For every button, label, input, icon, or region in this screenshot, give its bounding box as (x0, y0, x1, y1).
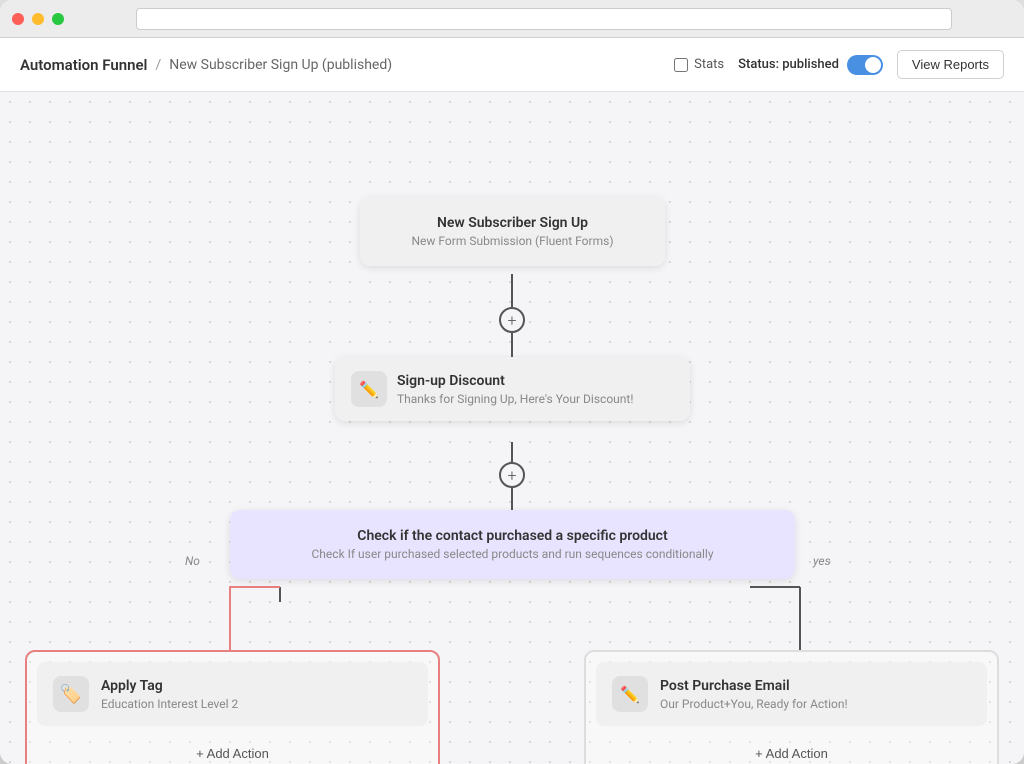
breadcrumb-secondary: New Subscriber Sign Up (published) (169, 57, 392, 73)
status-label: Status: published (738, 57, 839, 72)
edit-icon: ✏️ (359, 380, 379, 399)
status-toggle[interactable] (847, 55, 883, 75)
fullscreen-button[interactable] (52, 13, 64, 25)
trigger-node-title: New Subscriber Sign Up (380, 215, 645, 231)
email-node-text: Sign-up Discount Thanks for Signing Up, … (397, 373, 633, 406)
branch-label-yes: yes (813, 554, 831, 568)
stats-checkbox-input[interactable] (674, 58, 688, 72)
email-node-content: ✏️ Sign-up Discount Thanks for Signing U… (335, 357, 690, 421)
conditional-node-subtitle: Check If user purchased selected product… (254, 547, 771, 561)
breadcrumb-separator: / (155, 57, 161, 73)
status-badge: Status: published (738, 55, 883, 75)
apply-tag-branch: 🏷️ Apply Tag Education Interest Level 2 … (25, 650, 440, 764)
add-action-right-button[interactable]: + Add Action (596, 734, 987, 764)
apply-tag-node[interactable]: 🏷️ Apply Tag Education Interest Level 2 (37, 662, 428, 726)
traffic-lights (12, 13, 64, 25)
email-node[interactable]: ✏️ Sign-up Discount Thanks for Signing U… (335, 357, 690, 421)
url-bar[interactable] (136, 8, 952, 30)
titlebar (0, 0, 1024, 38)
email-icon: ✏️ (620, 685, 640, 704)
app-header: Automation Funnel / New Subscriber Sign … (0, 38, 1024, 92)
email-node-subtitle: Thanks for Signing Up, Here's Your Disco… (397, 392, 633, 406)
branch-left-container: 🏷️ Apply Tag Education Interest Level 2 … (25, 650, 440, 764)
apply-tag-icon: 🏷️ (53, 676, 89, 712)
close-button[interactable] (12, 13, 24, 25)
apply-tag-title: Apply Tag (101, 678, 238, 694)
post-purchase-title: Post Purchase Email (660, 678, 848, 694)
post-purchase-text: Post Purchase Email Our Product+You, Rea… (660, 678, 848, 711)
app-window: Automation Funnel / New Subscriber Sign … (0, 0, 1024, 764)
breadcrumb: Automation Funnel / New Subscriber Sign … (20, 56, 674, 74)
email-node-icon: ✏️ (351, 371, 387, 407)
flow-canvas: New Subscriber Sign Up New Form Submissi… (0, 92, 1024, 764)
tag-icon: 🏷️ (60, 684, 82, 705)
apply-tag-subtitle: Education Interest Level 2 (101, 697, 238, 711)
post-purchase-node[interactable]: ✏️ Post Purchase Email Our Product+You, … (596, 662, 987, 726)
minimize-button[interactable] (32, 13, 44, 25)
header-actions: Stats Status: published View Reports (674, 50, 1004, 79)
trigger-node[interactable]: New Subscriber Sign Up New Form Submissi… (360, 197, 665, 266)
conditional-node[interactable]: Check if the contact purchased a specifi… (230, 510, 795, 579)
add-node-button-1[interactable]: + (499, 307, 525, 333)
breadcrumb-primary[interactable]: Automation Funnel (20, 56, 147, 74)
add-action-left-button[interactable]: + Add Action (37, 734, 428, 764)
conditional-node-title: Check if the contact purchased a specifi… (254, 528, 771, 544)
branch-label-no: No (185, 554, 200, 568)
post-purchase-subtitle: Our Product+You, Ready for Action! (660, 697, 848, 711)
branch-right-container: ✏️ Post Purchase Email Our Product+You, … (584, 650, 999, 764)
add-node-button-2[interactable]: + (499, 462, 525, 488)
post-purchase-icon: ✏️ (612, 676, 648, 712)
stats-checkbox[interactable]: Stats (674, 57, 724, 72)
stats-label: Stats (694, 57, 724, 72)
apply-tag-text: Apply Tag Education Interest Level 2 (101, 678, 238, 711)
post-purchase-branch: ✏️ Post Purchase Email Our Product+You, … (584, 650, 999, 764)
view-reports-button[interactable]: View Reports (897, 50, 1004, 79)
trigger-node-subtitle: New Form Submission (Fluent Forms) (380, 234, 645, 248)
email-node-title: Sign-up Discount (397, 373, 633, 389)
